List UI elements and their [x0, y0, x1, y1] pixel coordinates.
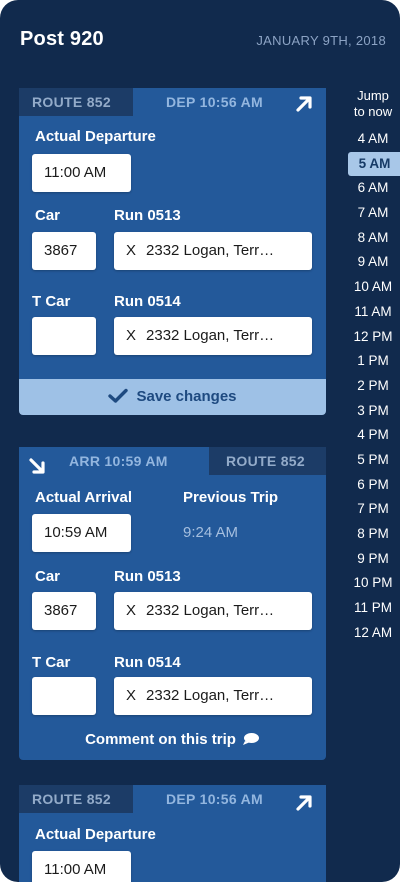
- trip-card-tabbar: ROUTE 852 DEP 10:56 AM: [19, 88, 326, 116]
- tcar-input[interactable]: [32, 317, 96, 355]
- arrival-time-tab: ARR 10:59 AM: [19, 447, 209, 475]
- trip-card-arrival: ARR 10:59 AM ROUTE 852 Actual Arrival Pr…: [19, 447, 326, 760]
- time-jump-item[interactable]: 5 PM: [345, 448, 400, 473]
- time-jump-item[interactable]: 7 AM: [345, 201, 400, 226]
- time-jump-item[interactable]: 8 PM: [345, 522, 400, 547]
- car-input[interactable]: 3867: [32, 232, 96, 270]
- trip-card-departure: ROUTE 852 DEP 10:56 AM Actual Departure …: [19, 785, 326, 882]
- actual-departure-input[interactable]: 11:00 AM: [32, 154, 131, 192]
- time-jump-item[interactable]: 7 PM: [345, 497, 400, 522]
- save-changes-label: Save changes: [136, 388, 237, 405]
- trun-label: Run 0514: [114, 654, 181, 671]
- actual-departure-input[interactable]: 11:00 AM: [32, 851, 131, 882]
- time-jump-item[interactable]: 8 AM: [345, 226, 400, 251]
- trip-card-body: Actual Departure 11:00 AM Car Run 0513 3…: [19, 116, 326, 379]
- page-date: JANUARY 9TH, 2018: [256, 33, 386, 48]
- app-frame: Post 920 JANUARY 9TH, 2018 ROUTE 852 DEP…: [0, 0, 400, 882]
- time-jump-item[interactable]: 1 PM: [345, 349, 400, 374]
- trun-operator-value: 2332 Logan, Terr…: [146, 327, 275, 344]
- jump-label-line2: to now: [353, 104, 393, 119]
- trun-operator-field[interactable]: X 2332 Logan, Terr…: [114, 677, 312, 715]
- run-operator-field[interactable]: X 2332 Logan, Terr…: [114, 592, 312, 630]
- tcar-input[interactable]: [32, 677, 96, 715]
- actual-arrival-label: Actual Arrival: [35, 489, 132, 506]
- trip-card-body: Actual Departure 11:00 AM: [19, 813, 326, 882]
- save-changes-button[interactable]: Save changes: [19, 379, 326, 415]
- speech-bubble-icon: [242, 733, 259, 745]
- route-label: ROUTE 852: [209, 447, 326, 475]
- time-jump-item[interactable]: 12 PM: [345, 325, 400, 350]
- trun-operator-value: 2332 Logan, Terr…: [146, 687, 275, 704]
- time-jump-item[interactable]: 6 PM: [345, 473, 400, 498]
- time-jump-item[interactable]: 6 AM: [345, 176, 400, 201]
- time-jump-item[interactable]: 10 AM: [345, 275, 400, 300]
- actual-departure-label: Actual Departure: [35, 128, 156, 145]
- trip-card-tabbar: ARR 10:59 AM ROUTE 852: [19, 447, 326, 475]
- time-jump-list: 4 AM 5 AM 6 AM 7 AM 8 AM 9 AM 10 AM 11 AM 12 PM 1…: [345, 127, 400, 645]
- car-label: Car: [35, 207, 61, 224]
- time-jump-item[interactable]: 11 AM: [345, 300, 400, 325]
- time-jump-item[interactable]: 3 PM: [345, 399, 400, 424]
- route-label: ROUTE 852: [19, 785, 133, 813]
- trip-card-departure: ROUTE 852 DEP 10:56 AM Actual Departure …: [19, 88, 326, 415]
- time-jump-item[interactable]: 4 AM: [345, 127, 400, 152]
- time-jump-item[interactable]: 12 AM: [345, 621, 400, 646]
- actual-arrival-input[interactable]: 10:59 AM: [32, 514, 131, 552]
- trip-card-tabbar: ROUTE 852 DEP 10:56 AM: [19, 785, 326, 813]
- comment-label: Comment on this trip: [85, 731, 236, 748]
- run-label: Run 0513: [114, 568, 181, 585]
- remove-operator-button[interactable]: X: [126, 687, 136, 704]
- jump-label-line1: Jump: [357, 88, 389, 103]
- remove-operator-button[interactable]: X: [126, 602, 136, 619]
- jump-to-now-button[interactable]: Jump to now: [345, 88, 400, 120]
- time-jump-item[interactable]: 5 AM: [348, 151, 400, 177]
- run-label: Run 0513: [114, 207, 181, 224]
- car-input[interactable]: 3867: [32, 592, 96, 630]
- run-operator-value: 2332 Logan, Terr…: [146, 242, 275, 259]
- comment-on-trip-button[interactable]: Comment on this trip: [19, 731, 326, 748]
- time-jump-item[interactable]: 11 PM: [345, 596, 400, 621]
- previous-trip-time: 9:24 AM: [183, 524, 239, 541]
- time-jump-item[interactable]: 2 PM: [345, 374, 400, 399]
- trun-label: Run 0514: [114, 293, 181, 310]
- previous-trip-label: Previous Trip: [183, 489, 279, 506]
- checkmark-icon: [108, 388, 129, 403]
- trip-card-body: Actual Arrival Previous Trip 10:59 AM 9:…: [19, 475, 326, 760]
- tcar-label: T Car: [32, 654, 71, 671]
- page-title: Post 920: [20, 28, 104, 50]
- time-jump-item[interactable]: 10 PM: [345, 571, 400, 596]
- actual-departure-label: Actual Departure: [35, 826, 156, 843]
- time-jump-item[interactable]: 4 PM: [345, 423, 400, 448]
- car-label: Car: [35, 568, 61, 585]
- time-jump-item[interactable]: 9 AM: [345, 250, 400, 275]
- remove-operator-button[interactable]: X: [126, 242, 136, 259]
- remove-operator-button[interactable]: X: [126, 327, 136, 344]
- route-label: ROUTE 852: [19, 88, 133, 116]
- run-operator-field[interactable]: X 2332 Logan, Terr…: [114, 232, 312, 270]
- trun-operator-field[interactable]: X 2332 Logan, Terr…: [114, 317, 312, 355]
- time-jump-item[interactable]: 9 PM: [345, 547, 400, 572]
- tcar-label: T Car: [32, 293, 71, 310]
- run-operator-value: 2332 Logan, Terr…: [146, 602, 275, 619]
